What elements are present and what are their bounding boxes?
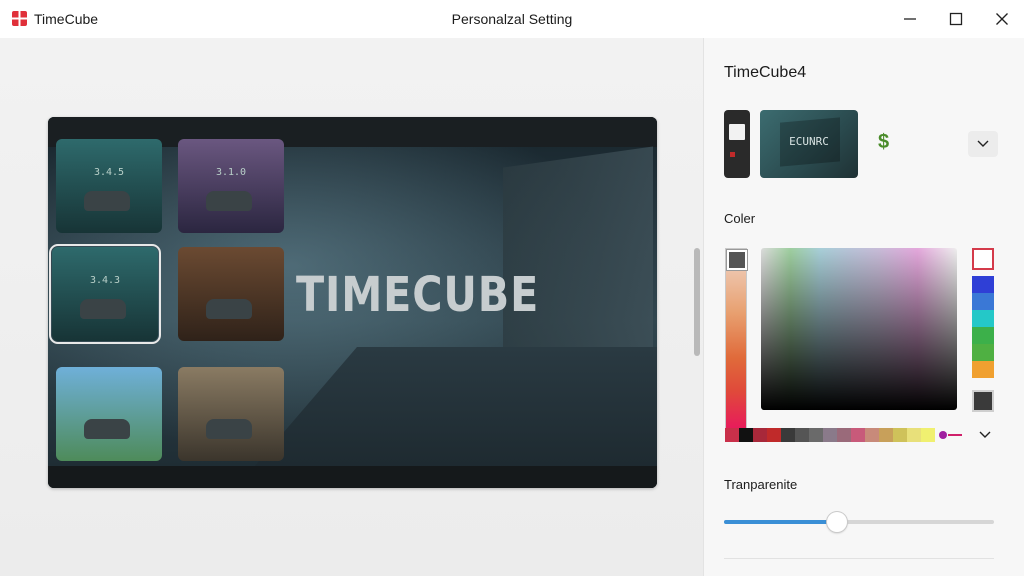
thumbnail-car xyxy=(84,191,130,211)
scrollbar[interactable] xyxy=(694,248,700,356)
wallpaper-thumbnail[interactable]: 3.1.0 xyxy=(178,139,284,233)
side-swatch[interactable] xyxy=(972,310,994,327)
thumbnail-label: 3.4.5 xyxy=(93,167,125,178)
hue-slider[interactable] xyxy=(725,248,747,432)
thumbnail-label: 3.1.0 xyxy=(215,167,247,178)
maximize-icon xyxy=(949,12,963,26)
hue-slider-handle[interactable] xyxy=(727,250,747,270)
side-swatch-list xyxy=(972,276,994,378)
timecube-logo-icon xyxy=(12,11,27,26)
preview-title: TIMECUBE xyxy=(296,267,540,323)
chevron-down-icon xyxy=(979,431,991,438)
side-bottom-swatch[interactable] xyxy=(972,390,994,412)
palette-swatch[interactable] xyxy=(851,428,865,442)
palette-swatch[interactable] xyxy=(795,428,809,442)
side-swatch[interactable] xyxy=(972,344,994,361)
color-section-label: Coler xyxy=(724,211,756,226)
eyedropper-icon xyxy=(939,431,962,439)
transparency-section-label: Tranparenite xyxy=(724,477,798,492)
dollar-icon[interactable]: $ xyxy=(878,131,889,154)
side-swatch[interactable] xyxy=(972,276,994,293)
selected-color-swatch[interactable] xyxy=(972,248,994,270)
palette-swatch[interactable] xyxy=(781,428,795,442)
transparency-slider[interactable] xyxy=(724,512,994,532)
palette-swatch[interactable] xyxy=(907,428,921,442)
app-name: TimeCube xyxy=(34,11,99,27)
palette-swatch[interactable] xyxy=(823,428,837,442)
close-button[interactable] xyxy=(979,6,1024,32)
palette-row xyxy=(725,428,935,442)
chevron-down-icon xyxy=(977,140,989,147)
wallpaper-thumbnail[interactable] xyxy=(56,367,162,461)
thumbnail-car xyxy=(206,191,252,211)
palette-swatch[interactable] xyxy=(879,428,893,442)
thumbnail-car xyxy=(206,419,252,439)
panel-divider xyxy=(724,558,994,559)
thumbnail-car xyxy=(206,299,252,319)
eyedropper-picker[interactable] xyxy=(938,428,964,442)
title-bar: TimeCube Personalzal Setting xyxy=(0,0,1024,38)
wallpaper-thumbnail[interactable] xyxy=(178,247,284,341)
palette-swatch[interactable] xyxy=(865,428,879,442)
wallpaper-thumbnail[interactable] xyxy=(178,367,284,461)
preview-bottom-bar xyxy=(48,466,657,488)
wallpaper-preview[interactable]: TIMECUBE 3.4.5 3.1.0 3.4.3 xyxy=(48,117,657,488)
wallpaper-thumbnail[interactable]: 3.4.5 xyxy=(56,139,162,233)
wallpaper-thumbnail[interactable]: 3.4.3 xyxy=(49,244,161,344)
palette-swatch[interactable] xyxy=(921,428,935,442)
palette-swatch[interactable] xyxy=(725,428,739,442)
palette-dropdown-button[interactable] xyxy=(975,427,995,443)
panel-title: TimeCube4 xyxy=(724,64,807,81)
minimize-button[interactable] xyxy=(887,6,933,32)
palette-swatch[interactable] xyxy=(739,428,753,442)
close-icon xyxy=(996,13,1008,25)
thumbnail-car xyxy=(84,419,130,439)
maximize-button[interactable] xyxy=(933,6,979,32)
recent-colors-column xyxy=(972,248,994,412)
palette-swatch[interactable] xyxy=(809,428,823,442)
thumbnail-car xyxy=(80,299,126,319)
minimize-icon xyxy=(904,18,916,20)
side-swatch[interactable] xyxy=(972,361,994,378)
color-gradient-field[interactable] xyxy=(761,248,957,410)
palette-swatch[interactable] xyxy=(753,428,767,442)
window-title: Personalzal Setting xyxy=(451,11,573,27)
theme-dropdown-button[interactable] xyxy=(968,131,998,157)
thumbnail-label: 3.4.3 xyxy=(89,275,121,286)
thumbnail-text: ECUNRC xyxy=(789,135,829,148)
current-wallpaper-thumbnail[interactable]: ECUNRC xyxy=(760,110,858,178)
palette-swatch[interactable] xyxy=(893,428,907,442)
palette-swatch[interactable] xyxy=(767,428,781,442)
transparency-slider-fill xyxy=(724,520,838,524)
phone-icon[interactable] xyxy=(724,110,750,178)
side-swatch[interactable] xyxy=(972,293,994,310)
side-swatch[interactable] xyxy=(972,327,994,344)
palette-swatch[interactable] xyxy=(837,428,851,442)
